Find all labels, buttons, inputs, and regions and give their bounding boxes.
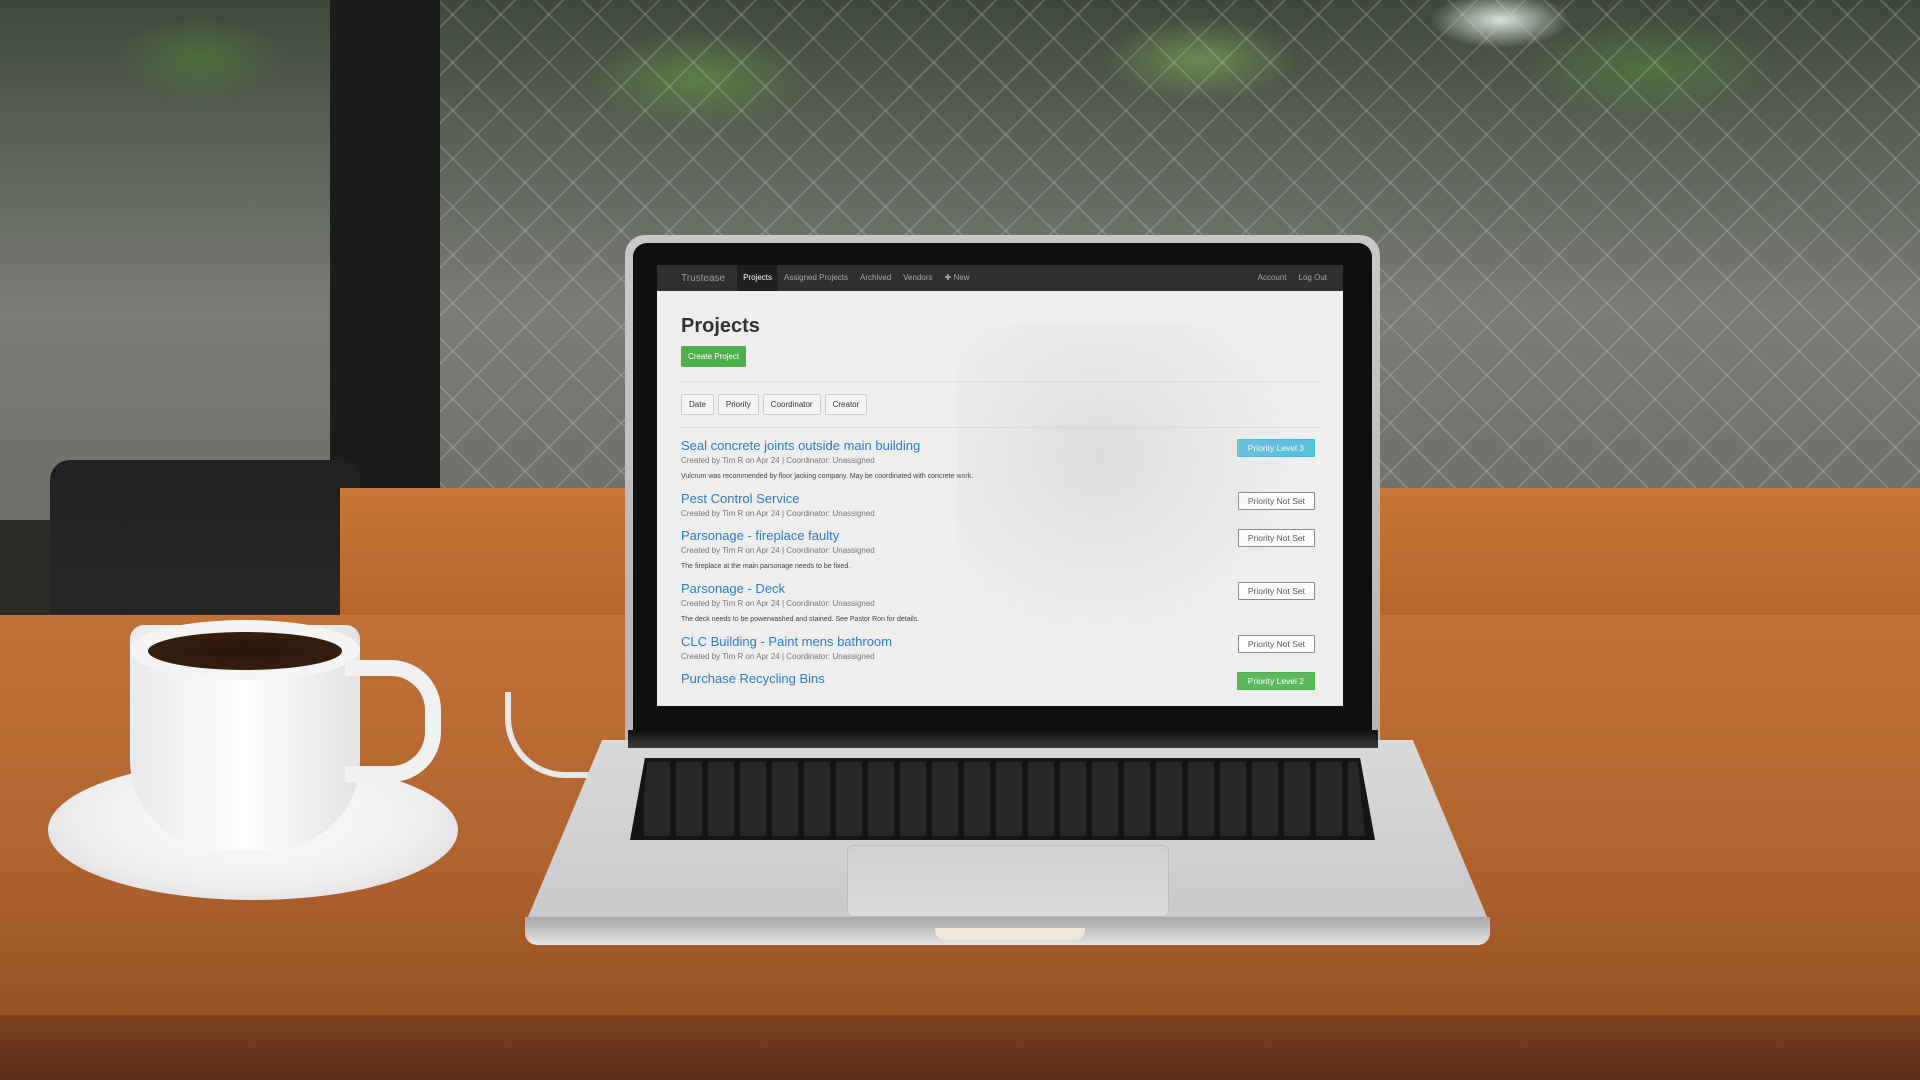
create-project-button[interactable]: Create Project <box>681 346 747 367</box>
filter-date[interactable]: Date <box>681 394 714 415</box>
project-item: Seal concrete joints outside main buildi… <box>681 438 1319 482</box>
project-title-link[interactable]: CLC Building - Paint mens bathroom <box>681 634 1319 650</box>
cup-handle <box>345 660 441 782</box>
brand-logo[interactable]: Trustease <box>681 273 725 284</box>
priority-badge: Priority Level 2 <box>1236 672 1315 690</box>
divider <box>681 427 1319 428</box>
project-meta: Created by Tim R on Apr 24 | Coordinator… <box>681 509 875 518</box>
nav-assigned-projects[interactable]: Assigned Projects <box>778 265 854 291</box>
trackpad <box>847 845 1169 917</box>
navbar: Trustease Projects Assigned Projects Arc… <box>657 265 1343 291</box>
nav-account[interactable]: Account <box>1252 265 1293 291</box>
nav-logout[interactable]: Log Out <box>1293 265 1333 291</box>
project-title-link[interactable]: Parsonage - Deck <box>681 581 1319 597</box>
coffee <box>148 632 342 670</box>
desk-edge <box>0 1015 1920 1080</box>
project-item: Parsonage - fireplace faulty Created by … <box>681 528 1319 572</box>
project-title-link[interactable]: Pest Control Service <box>681 491 1319 507</box>
priority-badge: Priority Not Set <box>1237 582 1315 600</box>
keyboard-keys <box>640 762 1365 836</box>
priority-badge: Priority Not Set <box>1237 529 1315 547</box>
project-meta: Created by Tim R on Apr 24 | Coordinator… <box>681 599 875 608</box>
filter-coordinator[interactable]: Coordinator <box>762 394 821 415</box>
nav-projects[interactable]: Projects <box>737 265 778 291</box>
project-meta: Created by Tim R on Apr 24 | Coordinator… <box>681 456 875 465</box>
project-title-link[interactable]: Seal concrete joints outside main buildi… <box>681 438 1319 454</box>
project-description: The fireplace at the main parsonage need… <box>681 563 851 570</box>
sort-filters: Date Priority Coordinator Creator <box>681 394 1319 415</box>
laptop-hinge <box>628 730 1378 748</box>
project-description: Vulcrum was recommended by floor jacking… <box>681 473 974 480</box>
project-meta: Created by Tim R on Apr 24 | Coordinator… <box>681 652 875 661</box>
plus-circle-icon: ✚ <box>944 273 952 282</box>
nav-new[interactable]: ✚ New <box>939 265 976 291</box>
project-item: Parsonage - Deck Created by Tim R on Apr… <box>681 581 1319 625</box>
project-title-link[interactable]: Purchase Recycling Bins <box>681 671 1319 687</box>
divider <box>681 381 1319 382</box>
project-item: Pest Control Service Created by Tim R on… <box>681 491 1319 519</box>
filter-priority[interactable]: Priority <box>717 394 759 415</box>
laptop-notch <box>935 928 1085 940</box>
project-description: The deck needs to be powerwashed and sta… <box>681 616 920 623</box>
page-title: Projects <box>681 315 760 337</box>
priority-badge: Priority Not Set <box>1237 492 1315 510</box>
laptop-screen: Trustease Projects Assigned Projects Arc… <box>657 265 1343 706</box>
window-frame <box>330 0 440 490</box>
project-item: Purchase Recycling Bins Priority Level 2 <box>681 671 1319 690</box>
filter-creator[interactable]: Creator <box>824 394 868 415</box>
priority-badge: Priority Not Set <box>1237 635 1315 653</box>
nav-vendors[interactable]: Vendors <box>897 265 938 291</box>
nav-new-label: New <box>953 273 970 282</box>
nav-archived[interactable]: Archived <box>854 265 897 291</box>
project-meta: Created by Tim R on Apr 24 | Coordinator… <box>681 546 875 555</box>
project-title-link[interactable]: Parsonage - fireplace faulty <box>681 528 1319 544</box>
priority-badge: Priority Level 3 <box>1236 439 1315 457</box>
project-item: CLC Building - Paint mens bathroom Creat… <box>681 634 1319 662</box>
main-content: Projects Create Project Date Priority Co… <box>657 315 1343 690</box>
